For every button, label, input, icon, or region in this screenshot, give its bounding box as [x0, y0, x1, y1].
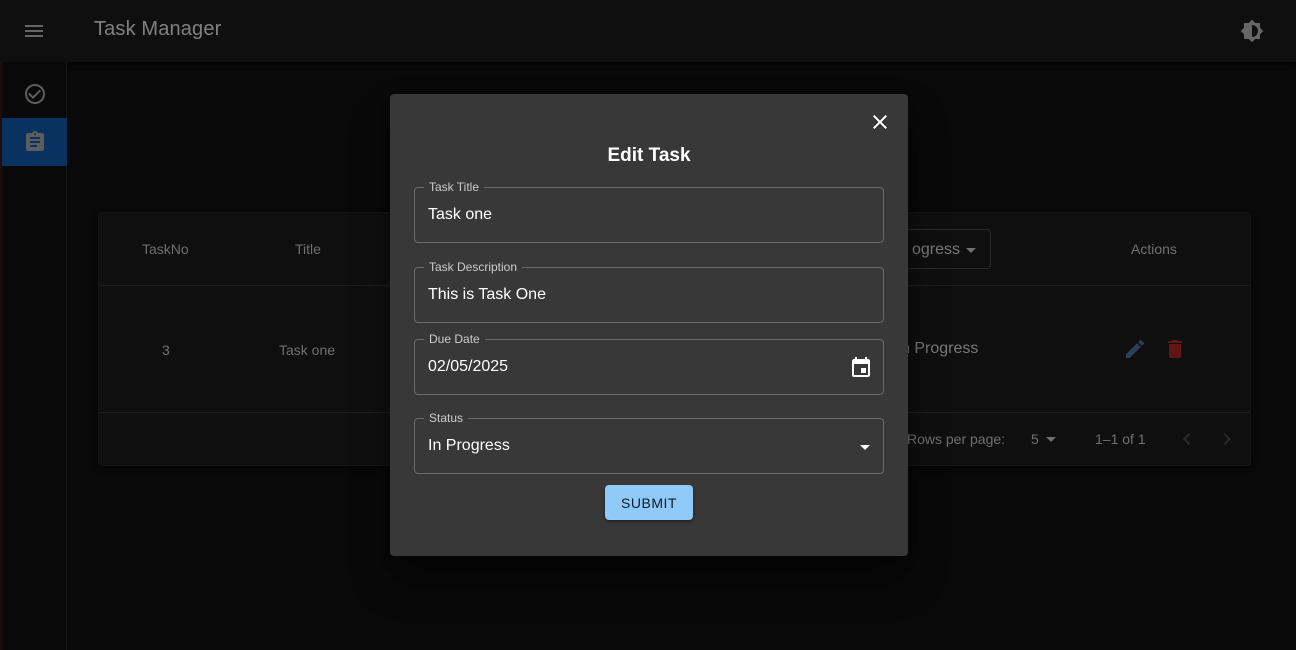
- status-value: In Progress: [428, 437, 510, 454]
- due-date-label: Due Date: [424, 331, 485, 347]
- close-icon[interactable]: [864, 106, 896, 138]
- task-description-label: Task Description: [424, 259, 523, 275]
- submit-button[interactable]: SUBMIT: [605, 485, 693, 520]
- task-title-field[interactable]: Task Title Task one: [414, 179, 884, 243]
- task-description-field[interactable]: Task Description This is Task One: [414, 259, 884, 323]
- calendar-icon[interactable]: [849, 356, 873, 385]
- due-date-value: 02/05/2025: [428, 358, 509, 375]
- task-title-value: Task one: [428, 206, 493, 223]
- edit-task-dialog: Edit Task Task Title Task one Task Descr…: [390, 94, 908, 556]
- task-title-label: Task Title: [424, 179, 485, 195]
- task-description-value: This is Task One: [428, 286, 546, 303]
- dialog-title: Edit Task: [607, 145, 691, 166]
- status-label: Status: [424, 410, 469, 426]
- chevron-down-icon: [860, 445, 870, 450]
- due-date-field[interactable]: Due Date 02/05/2025: [414, 331, 884, 395]
- status-select[interactable]: Status In Progress: [414, 410, 884, 474]
